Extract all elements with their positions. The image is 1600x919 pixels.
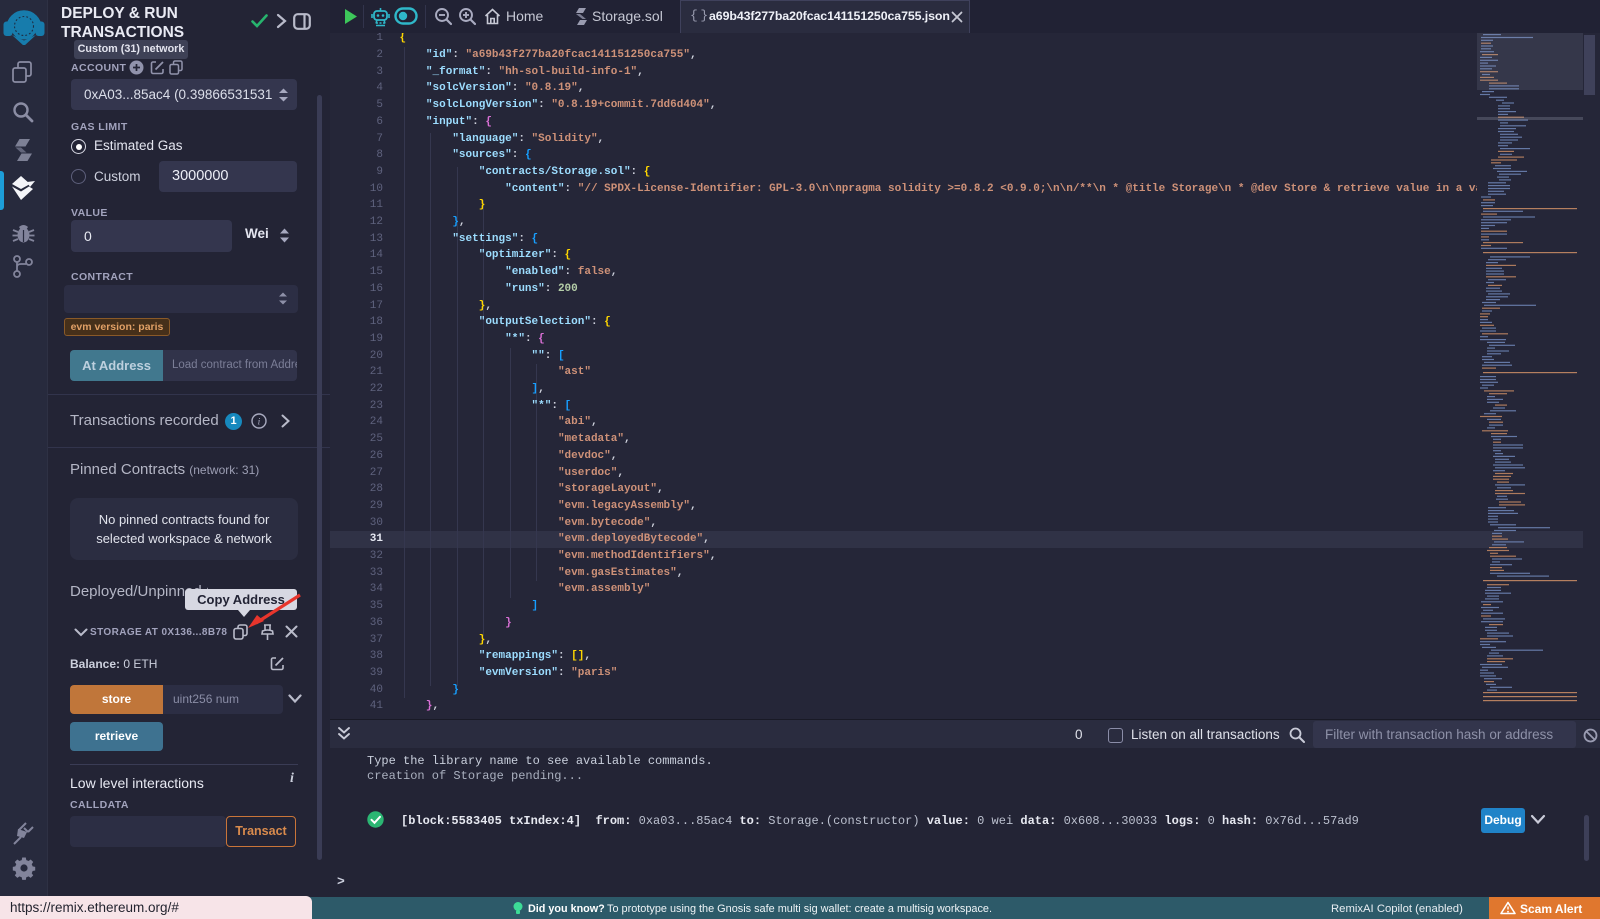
svg-text:i: i: [258, 418, 261, 428]
